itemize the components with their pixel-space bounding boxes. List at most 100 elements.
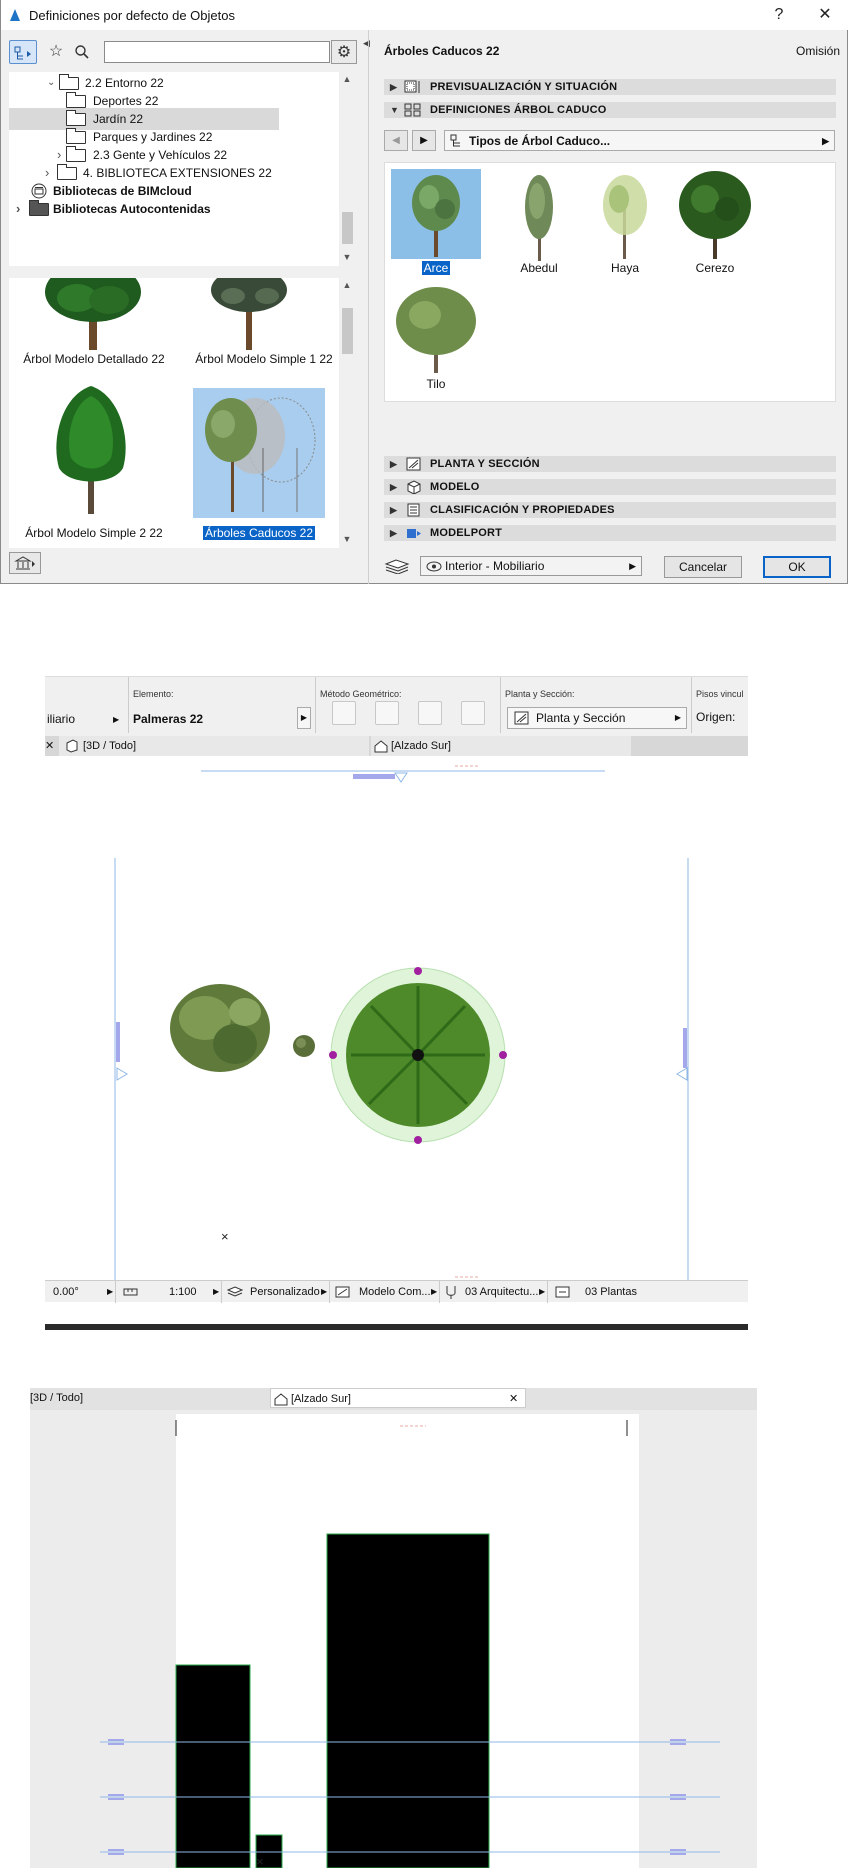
- layer-stack-icon[interactable]: [384, 558, 410, 574]
- thumbnails-scrollbar[interactable]: ▲ ▼: [339, 278, 355, 548]
- dropdown-arrow-icon[interactable]: ▶: [213, 1281, 219, 1303]
- dropdown-arrow-icon[interactable]: ▶: [539, 1281, 545, 1303]
- tree-type-label: Abedul: [520, 261, 558, 275]
- element-value[interactable]: Palmeras 22: [133, 712, 203, 726]
- close-dialog-button[interactable]: ✕: [803, 3, 847, 27]
- dropdown-arrow-icon[interactable]: ▶: [431, 1281, 437, 1303]
- expand-arrow-icon: ▶: [390, 82, 397, 92]
- tree-item-autocontenidas[interactable]: › Bibliotecas Autocontenidas: [9, 198, 339, 220]
- tree-type-abedul-thumb[interactable]: [519, 171, 559, 263]
- truncated-field-value[interactable]: iliario: [47, 712, 75, 726]
- geometry-method-1-icon[interactable]: [332, 701, 356, 725]
- palm-elevation: [326, 1533, 490, 1868]
- dimension-value[interactable]: 03 Plantas: [585, 1281, 637, 1303]
- tree-simple1-thumbnail[interactable]: [209, 278, 289, 350]
- screen: Definiciones por defecto de Objetos ? ✕ …: [0, 0, 856, 1868]
- library-view-button[interactable]: [9, 40, 37, 64]
- pen-set-value[interactable]: 03 Arquitectu...: [465, 1281, 538, 1303]
- section-modelport[interactable]: ▶ MODELPORT: [384, 525, 836, 541]
- origin-label: Origen:: [696, 710, 736, 724]
- dialog-bottom-bar: Interior - Mobiliario ▶ Cancelar OK: [384, 554, 836, 578]
- tab-3d-all[interactable]: [3D / Todo]: [59, 736, 369, 756]
- shrub-elevation: [175, 1664, 251, 1868]
- expand-arrow-icon: ▶: [390, 459, 397, 469]
- layer-combination-value[interactable]: Personalizado: [250, 1281, 320, 1303]
- expand-arrow-icon: ▶: [390, 482, 397, 492]
- angle-value[interactable]: 0.00°: [53, 1281, 79, 1303]
- search-input[interactable]: [104, 41, 330, 63]
- geometry-method-3-icon[interactable]: [418, 701, 442, 725]
- tree-type-label: Haya: [610, 261, 639, 275]
- tree-scrollbar[interactable]: ▲ ▼: [339, 72, 355, 266]
- section-model[interactable]: ▶ MODELO: [384, 479, 836, 495]
- tree-type-dropdown[interactable]: Tipos de Árbol Caduco... ▶: [444, 130, 835, 151]
- dialog-titlebar: Definiciones por defecto de Objetos ? ✕: [1, 0, 849, 30]
- modelport-icon: [407, 529, 421, 538]
- layer-stack-icon: [227, 1286, 243, 1297]
- elevation-canvas[interactable]: ×: [100, 1410, 720, 1868]
- chevron-right-icon[interactable]: ›: [16, 198, 20, 220]
- tree-type-cerezo-thumb[interactable]: [677, 169, 753, 261]
- classification-list-icon: [407, 503, 420, 517]
- model-view-value[interactable]: Modelo Com...: [359, 1281, 431, 1303]
- tree-type-arce-thumb[interactable]: [391, 169, 481, 259]
- floor-plan-canvas[interactable]: ×: [45, 756, 748, 1290]
- next-arrow-button[interactable]: ▶: [412, 130, 436, 151]
- thumb-caption: Árbol Modelo Simple 1 22: [195, 352, 333, 366]
- elevation-view-tabs: [3D / Todo] [Alzado Sur] ✕: [30, 1388, 757, 1410]
- plan-status-bar: 0.00° ▶ 1:100 ▶ Personalizado ▶ Modelo C…: [45, 1280, 748, 1303]
- scroll-thumb[interactable]: [342, 308, 353, 354]
- help-button[interactable]: ?: [757, 3, 801, 27]
- folder-icon: [66, 110, 86, 126]
- folder-icon: [57, 164, 77, 180]
- search-icon[interactable]: [69, 40, 95, 64]
- plan-section-icon: [514, 711, 529, 725]
- dropdown-arrow-icon[interactable]: ▶: [321, 1281, 327, 1303]
- close-icon[interactable]: ✕: [45, 736, 55, 756]
- preview-position-icon: [404, 80, 420, 93]
- previous-arrow-button[interactable]: ◀: [384, 130, 408, 151]
- small-shrub-plan-symbol: [293, 1035, 315, 1057]
- linked-stories-label: Pisos vincul: [696, 689, 744, 699]
- tree-type-haya-thumb[interactable]: [595, 169, 655, 261]
- scroll-up-icon[interactable]: ▲: [339, 74, 355, 84]
- element-settings-button[interactable]: ▶: [297, 707, 311, 729]
- tree-type-label-selected: Arce: [421, 261, 451, 275]
- panel-splitter[interactable]: ◀: [363, 30, 371, 584]
- tree-type-tilo-thumb[interactable]: [393, 283, 479, 375]
- folder-icon: [59, 74, 79, 90]
- scroll-thumb[interactable]: [342, 212, 353, 244]
- tab-south-elevation[interactable]: [Alzado Sur]: [371, 736, 631, 756]
- geometry-method-2-icon[interactable]: [375, 701, 399, 725]
- section-plan-section[interactable]: ▶ PLANTA Y SECCIÓN: [384, 456, 836, 472]
- tree-simple2-thumbnail[interactable]: [51, 386, 131, 516]
- section-classification[interactable]: ▶ CLASIFICACIÓN Y PROPIEDADES: [384, 502, 836, 518]
- object-thumbnails: Árbol Modelo Detallado 22 Árbol Modelo S…: [9, 278, 355, 548]
- scroll-down-icon[interactable]: ▼: [339, 534, 355, 544]
- section-preview-position[interactable]: ▶ PREVISUALIZACIÓN Y SITUACIÓN: [384, 79, 836, 95]
- dropdown-arrow-icon[interactable]: ▶: [113, 715, 119, 724]
- settings-gear-icon[interactable]: ⚙: [331, 40, 357, 64]
- close-tab-icon[interactable]: ✕: [509, 1389, 518, 1409]
- dropdown-arrow-icon[interactable]: ▶: [107, 1281, 113, 1303]
- tree-detailed-thumbnail[interactable]: [39, 278, 149, 350]
- thumb-caption-selected: Árboles Caducos 22: [202, 526, 316, 540]
- cancel-button[interactable]: Cancelar: [664, 556, 742, 578]
- tab-south-elevation-active[interactable]: [Alzado Sur] ✕: [270, 1388, 526, 1408]
- origin-marker-icon: ×: [256, 1854, 264, 1868]
- scroll-down-icon[interactable]: ▼: [339, 252, 355, 262]
- section-deciduous-definitions[interactable]: ▼ DEFINICIONES ÁRBOL CADUCO: [384, 102, 836, 118]
- layer-dropdown[interactable]: Interior - Mobiliario ▶: [420, 556, 642, 576]
- scroll-up-icon[interactable]: ▲: [339, 280, 355, 290]
- omission-label[interactable]: Omisión: [796, 44, 840, 58]
- ok-button[interactable]: OK: [763, 556, 831, 578]
- scale-value[interactable]: 1:100: [169, 1281, 197, 1303]
- plan-horizontal-scrollbar[interactable]: [45, 1324, 748, 1330]
- geometry-method-4-icon[interactable]: [461, 701, 485, 725]
- plan-section-dropdown[interactable]: Planta y Sección ▶: [507, 707, 687, 729]
- favorites-star-icon[interactable]: ☆: [43, 40, 69, 64]
- library-manager-button[interactable]: [9, 552, 41, 574]
- archicad-app-icon: [10, 9, 20, 21]
- deciduous-trees-thumbnail-selected[interactable]: [193, 388, 325, 518]
- tab-3d-all[interactable]: [3D / Todo]: [30, 1388, 270, 1408]
